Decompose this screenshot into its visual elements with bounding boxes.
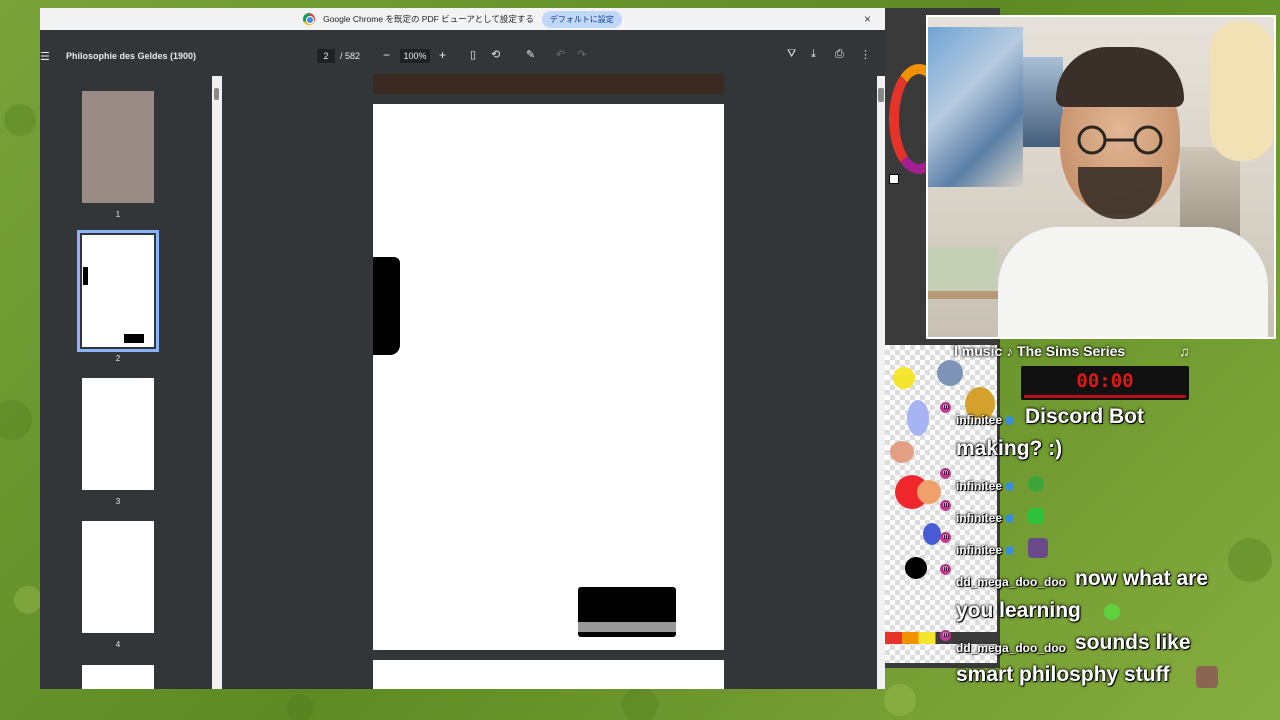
- teddy-bear: [1210, 21, 1274, 161]
- save-to-drive-icon[interactable]: ⛛: [787, 48, 796, 61]
- verified-icon: [1005, 514, 1015, 524]
- thumbnail-number: 2: [115, 354, 121, 363]
- smile-emote-icon: [1104, 604, 1120, 620]
- document-scrollbar[interactable]: [877, 76, 885, 689]
- thumbnail-page-4[interactable]: [82, 521, 154, 633]
- chat-text: making? :): [956, 437, 1063, 460]
- thumbnail-number: 4: [115, 640, 121, 649]
- timer-progress-bar: [1024, 395, 1186, 398]
- pdf-viewer-window: Google Chrome を既定の PDF ビューアとして設定する デフォルト…: [40, 8, 885, 689]
- chat-text: now what are: [1075, 567, 1209, 590]
- face-emote-icon: [1196, 666, 1218, 688]
- chat-username: dd_mega_doo_doo: [956, 641, 1067, 655]
- page-3-top: [373, 660, 724, 689]
- glasses: [1077, 125, 1163, 155]
- face-emote-icon: [1028, 538, 1048, 558]
- verified-icon: [1005, 416, 1015, 426]
- print-icon[interactable]: ⎙: [835, 48, 844, 61]
- thumbnail-page-1[interactable]: [82, 91, 154, 203]
- globe-emote-icon: [1028, 476, 1044, 492]
- menu-icon[interactable]: ☰: [40, 50, 50, 63]
- chat-text: Discord Bot: [1025, 405, 1145, 428]
- user-badge-icon: m: [940, 402, 951, 413]
- sidebar-scroll-thumb[interactable]: [214, 88, 219, 100]
- download-icon[interactable]: ⤓: [811, 48, 816, 61]
- chrome-icon: [303, 13, 316, 25]
- infobar-message: Google Chrome を既定の PDF ビューアとして設定する: [323, 14, 534, 24]
- document-view: [222, 74, 877, 689]
- thumbnail-number: 3: [115, 497, 121, 506]
- color-swatch[interactable]: [889, 174, 899, 184]
- set-default-button[interactable]: デフォルトに設定: [541, 10, 622, 28]
- chat-username: infinitee: [956, 511, 1015, 525]
- thumbnail-page-2[interactable]: [77, 230, 159, 352]
- user-badge-icon: m: [940, 532, 951, 543]
- sidebar-scrollbar[interactable]: [212, 76, 222, 689]
- chat-username: dd_mega_doo_doo: [956, 575, 1067, 589]
- scan-artifact: [373, 257, 400, 355]
- thumbnail-page-3[interactable]: [82, 378, 154, 490]
- fit-page-icon[interactable]: ▯: [470, 48, 476, 61]
- chat-username: infinitee: [956, 479, 1015, 493]
- timer-value: 00:00: [1076, 370, 1134, 392]
- user-badge-icon: m: [940, 500, 951, 511]
- user-badge-icon: m: [940, 564, 951, 575]
- default-viewer-infobar: Google Chrome を既定の PDF ビューアとして設定する デフォルト…: [40, 8, 885, 30]
- chat-username: infinitee: [956, 543, 1015, 557]
- page-2: [373, 104, 724, 650]
- page-total: / 582: [340, 51, 361, 61]
- frog-emote-icon: [1028, 508, 1044, 524]
- zoom-in-button[interactable]: +: [439, 48, 446, 62]
- music-note-icon: ♫: [1179, 343, 1190, 359]
- verified-icon: [1005, 482, 1015, 492]
- pdf-toolbar: ☰ Philosophie des Geldes (1900) 2 / 582 …: [40, 42, 885, 72]
- webcam-feed: [926, 15, 1276, 339]
- redo-icon[interactable]: ↷: [577, 48, 586, 61]
- page-number-input[interactable]: 2: [317, 49, 335, 63]
- chat-text: you learning: [956, 599, 1081, 622]
- thumbnail-sidebar: 1 2 3 4: [40, 76, 212, 689]
- chat-text: smart philosphy stuff: [956, 663, 1170, 686]
- document-scroll-thumb[interactable]: [878, 88, 884, 102]
- chat-username: infinitee: [956, 413, 1015, 427]
- user-badge-icon: m: [940, 630, 951, 641]
- music-now-playing: l music ♪ The Sims Series: [954, 343, 1126, 359]
- countdown-timer: 00:00: [1021, 366, 1189, 400]
- zoom-out-button[interactable]: −: [383, 48, 390, 62]
- verified-icon: [1005, 546, 1015, 556]
- document-title: Philosophie des Geldes (1900): [66, 51, 197, 61]
- thumbnail-number: 1: [115, 210, 121, 219]
- undo-icon[interactable]: ↶: [556, 48, 565, 61]
- chat-text: sounds like: [1075, 631, 1191, 654]
- zoom-level-input[interactable]: 100%: [400, 49, 430, 63]
- thumbnail-page-5[interactable]: [82, 665, 154, 689]
- close-icon[interactable]: ×: [864, 12, 871, 26]
- more-options-icon[interactable]: ⋮: [860, 48, 871, 61]
- user-badge-icon: m: [940, 468, 951, 479]
- annotate-icon[interactable]: ✎: [526, 48, 535, 61]
- rotate-icon[interactable]: ⟲: [491, 48, 500, 61]
- page-1-bottom: [373, 74, 724, 94]
